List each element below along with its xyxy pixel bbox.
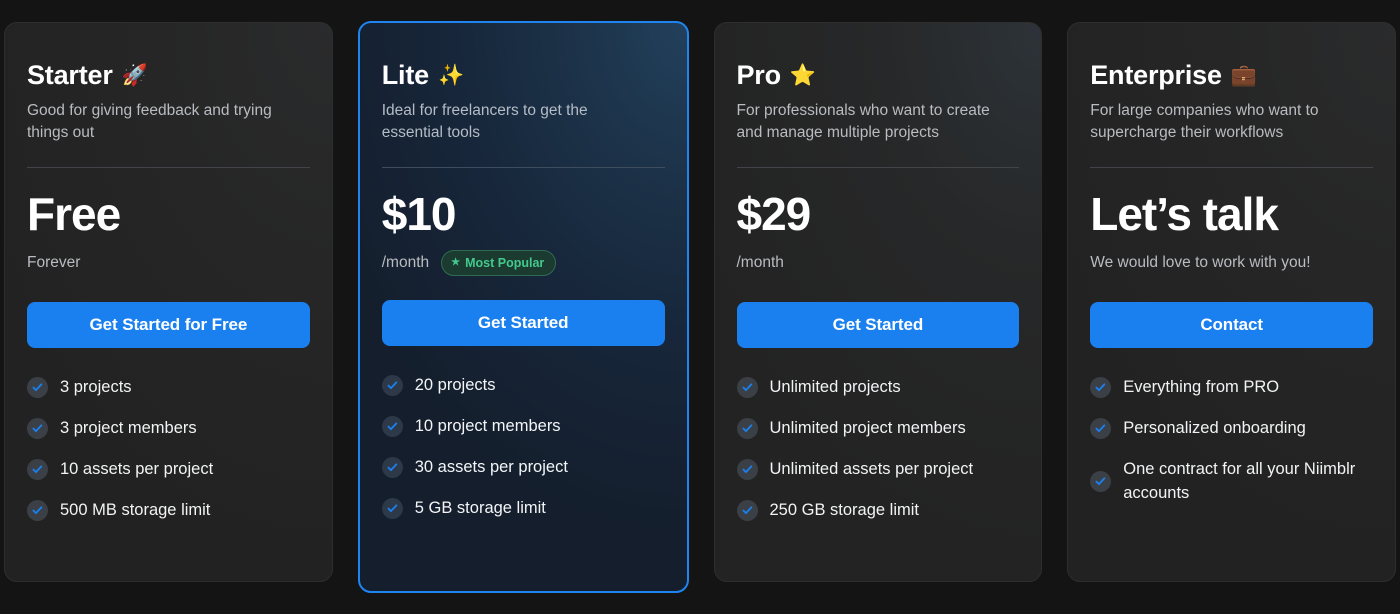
price-block: $29 /month xyxy=(736,187,1020,276)
price-block: Let’s talk We would love to work with yo… xyxy=(1090,187,1373,276)
list-item: 3 projects xyxy=(27,376,310,400)
plan-title: Lite xyxy=(381,60,429,90)
list-item: 30 assets per project xyxy=(381,456,665,480)
check-icon xyxy=(736,418,758,440)
check-icon xyxy=(27,459,48,481)
feature-label: Personalized onboarding xyxy=(1123,418,1306,437)
feature-label: 20 projects xyxy=(414,375,496,394)
status-badge-most-popular: ★ Most Popular xyxy=(441,249,557,276)
plan-title: Enterprise xyxy=(1090,60,1222,90)
briefcase-emoji: 💼 xyxy=(1230,64,1257,88)
feature-list: 3 projects 3 project members 10 assets p… xyxy=(27,376,310,523)
star-icon: ★ xyxy=(451,256,461,268)
get-started-button[interactable]: Get Started xyxy=(736,301,1020,348)
check-icon xyxy=(381,498,403,520)
check-icon xyxy=(381,375,403,397)
check-icon xyxy=(381,416,403,438)
pricing-card-lite: Lite ✨ Ideal for freelancers to get the … xyxy=(357,21,689,593)
feature-label: 3 project members xyxy=(60,418,197,437)
price-block: Free Forever xyxy=(27,187,310,276)
star-emoji: ⭐ xyxy=(789,64,817,88)
feature-label: 250 GB storage limit xyxy=(769,500,919,519)
plan-description: Ideal for freelancers to get the essenti… xyxy=(381,101,588,142)
list-item: 5 GB storage limit xyxy=(381,497,665,521)
price-block: $10 /month ★ Most Popular xyxy=(381,187,665,276)
check-icon xyxy=(27,418,48,440)
plan-description: For professionals who want to create and… xyxy=(736,101,990,142)
feature-label: 3 projects xyxy=(60,377,132,396)
check-icon xyxy=(736,500,758,522)
feature-label: Unlimited assets per project xyxy=(769,459,974,478)
plan-header: Enterprise 💼 xyxy=(1090,60,1373,91)
plan-price: Free xyxy=(27,187,121,240)
plan-price: Let’s talk xyxy=(1090,187,1279,240)
divider xyxy=(381,166,665,168)
plan-price: $10 xyxy=(381,187,457,240)
contact-button[interactable]: Contact xyxy=(1090,301,1373,348)
check-icon xyxy=(736,459,758,481)
feature-label: 5 GB storage limit xyxy=(414,498,546,517)
price-period: /month xyxy=(381,253,430,271)
price-meta-row: We would love to work with you! xyxy=(1090,250,1373,276)
feature-label: Unlimited project members xyxy=(769,418,966,437)
list-item: 10 project members xyxy=(381,415,665,439)
get-started-button[interactable]: Get Started for Free xyxy=(27,301,310,348)
pricing-plans-grid: Starter 🚀 Good for giving feedback and t… xyxy=(0,0,1400,614)
plan-header: Lite ✨ xyxy=(381,60,665,91)
pricing-card-enterprise: Enterprise 💼 For large companies who wan… xyxy=(1067,22,1396,582)
plan-title: Pro xyxy=(736,60,782,90)
list-item: 20 projects xyxy=(381,374,665,398)
feature-label: Unlimited projects xyxy=(769,377,901,396)
price-meta-row: /month xyxy=(737,250,1020,276)
price-meta-row: Forever xyxy=(27,250,310,276)
list-item: 10 assets per project xyxy=(27,458,310,482)
rocket-emoji: 🚀 xyxy=(121,64,148,88)
list-item: Unlimited assets per project xyxy=(736,458,1020,482)
plan-header: Starter 🚀 xyxy=(27,60,310,91)
divider xyxy=(27,166,310,168)
feature-label: 500 MB storage limit xyxy=(60,500,211,519)
feature-label: Everything from PRO xyxy=(1123,377,1280,396)
sparkles-emoji: ✨ xyxy=(437,64,465,88)
divider xyxy=(736,166,1020,168)
feature-label: 10 project members xyxy=(414,416,561,435)
check-icon xyxy=(1090,377,1112,399)
check-icon xyxy=(736,377,758,399)
check-icon xyxy=(27,500,48,522)
divider xyxy=(1090,166,1373,168)
feature-label: One contract for all your Niimblr accoun… xyxy=(1123,459,1356,502)
plan-price: $29 xyxy=(736,187,812,240)
plan-description: Good for giving feedback and trying thin… xyxy=(27,101,272,142)
price-meta-row: /month ★ Most Popular xyxy=(381,249,665,276)
check-icon xyxy=(1090,471,1112,493)
list-item: Everything from PRO xyxy=(1090,376,1373,400)
plan-title: Starter xyxy=(27,60,113,90)
feature-label: 10 assets per project xyxy=(60,459,214,478)
price-period: Forever xyxy=(27,253,81,271)
plan-header: Pro ⭐ xyxy=(736,60,1020,91)
list-item: 3 project members xyxy=(27,417,310,441)
price-period: /month xyxy=(736,253,784,271)
check-icon xyxy=(27,377,48,399)
badge-label: Most Popular xyxy=(465,255,545,270)
price-period: We would love to work with you! xyxy=(1090,253,1311,271)
get-started-button[interactable]: Get Started xyxy=(381,299,665,346)
check-icon xyxy=(381,457,403,479)
list-item: Unlimited projects xyxy=(736,376,1020,400)
feature-label: 30 assets per project xyxy=(414,457,568,476)
list-item: Unlimited project members xyxy=(736,417,1020,441)
feature-list: Everything from PRO Personalized onboard… xyxy=(1090,376,1373,506)
pricing-card-pro: Pro ⭐ For professionals who want to crea… xyxy=(713,22,1043,582)
list-item: Personalized onboarding xyxy=(1090,417,1373,441)
list-item: 250 GB storage limit xyxy=(736,499,1020,523)
list-item: 500 MB storage limit xyxy=(27,499,310,523)
feature-list: Unlimited projects Unlimited project mem… xyxy=(736,376,1020,523)
plan-description: For large companies who want to supercha… xyxy=(1090,101,1319,142)
check-icon xyxy=(1090,418,1112,440)
feature-list: 20 projects 10 project members 30 assets… xyxy=(381,374,665,521)
list-item: One contract for all your Niimblr accoun… xyxy=(1090,458,1373,506)
pricing-card-starter: Starter 🚀 Good for giving feedback and t… xyxy=(4,22,333,582)
